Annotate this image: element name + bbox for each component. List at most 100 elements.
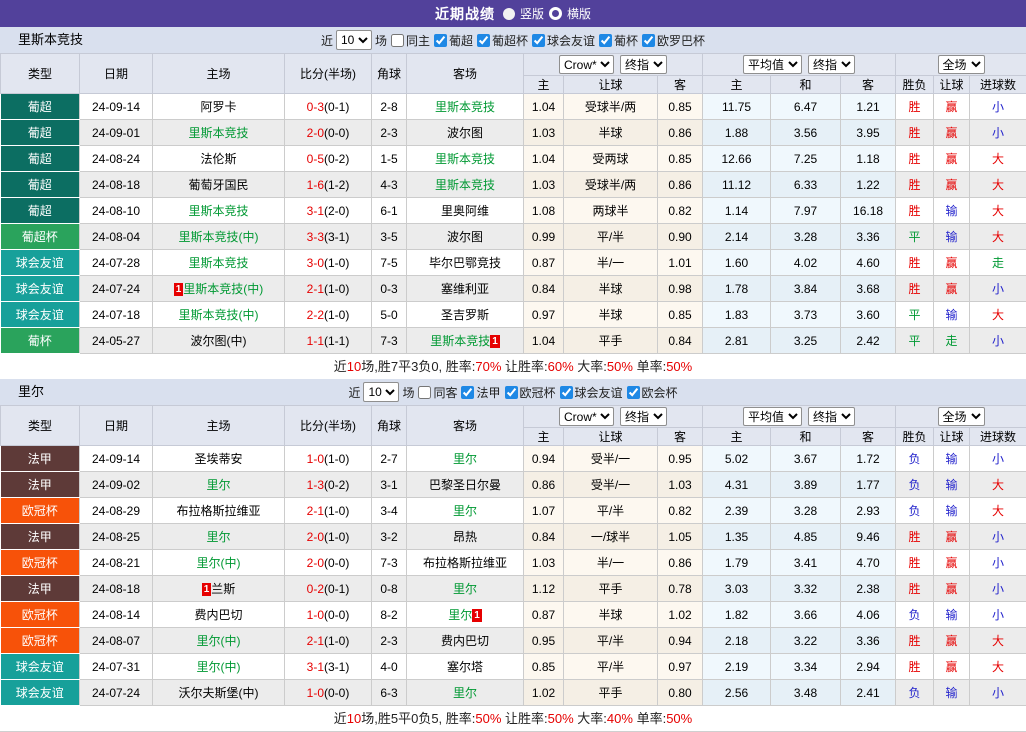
match-row: 葡超24-09-14阿罗卡0-3(0-1)2-8里斯本竞技1.04受球半/两0.…: [1, 94, 1026, 120]
away-team-name: 里奥阿维: [441, 204, 489, 218]
away-team: 里尔: [407, 680, 524, 706]
header-dropdown-group: Crow* 终指: [524, 54, 703, 76]
match-date: 24-05-27: [80, 328, 153, 354]
match-row: 葡超24-08-10里斯本竞技3-1(2-0)6-1里奥阿维1.08两球半0.8…: [1, 198, 1026, 224]
score: 2-0(0-0): [285, 120, 372, 146]
league-filter-checkbox[interactable]: [461, 386, 474, 399]
result-handicap: 输: [934, 302, 970, 328]
final-index-select[interactable]: 终指: [620, 55, 667, 74]
avg-away-odds: 1.21: [841, 94, 896, 120]
match-scope-select[interactable]: 全场: [938, 407, 985, 426]
final-index-select[interactable]: 终指: [808, 55, 855, 74]
avg-home-odds: 11.75: [703, 94, 771, 120]
halftime-score: (0-1): [324, 582, 349, 596]
corner-count: 7-3: [372, 550, 407, 576]
match-row: 欧冠杯24-08-21里尔(中)2-0(0-0)7-3布拉格斯拉维亚1.03半/…: [1, 550, 1026, 576]
halftime-score: (1-2): [324, 178, 349, 192]
away-team-name: 里尔: [453, 686, 477, 700]
away-team: 里斯本竞技: [407, 94, 524, 120]
league-filter-checkbox[interactable]: [477, 34, 490, 47]
summary-segment: 大率:: [574, 359, 607, 374]
avg-home-odds: 2.14: [703, 224, 771, 250]
radio-unselected-icon[interactable]: [549, 7, 562, 20]
league-filter-checkbox[interactable]: [532, 34, 545, 47]
home-odds: 0.86: [524, 472, 564, 498]
recent-count-select[interactable]: 10: [363, 382, 399, 402]
result-handicap: 输: [934, 446, 970, 472]
same-venue-filter-checkbox[interactable]: [391, 34, 404, 47]
away-team-name: 里斯本竞技: [435, 152, 495, 166]
result-winloss: 胜: [896, 550, 934, 576]
home-team-name: 里斯本竞技: [188, 126, 248, 140]
avg-home-odds: 4.31: [703, 472, 771, 498]
league-filter-checkbox[interactable]: [505, 386, 518, 399]
result-winloss: 负: [896, 680, 934, 706]
recent-count-select[interactable]: 10: [336, 30, 372, 50]
avg-home-odds: 1.60: [703, 250, 771, 276]
bookmaker-select[interactable]: Crow*: [559, 407, 614, 426]
halftime-score: (2-0): [324, 204, 349, 218]
filter-controls: 近10场同客法甲欧冠杯球会友谊欧会杯: [0, 379, 1026, 405]
average-select[interactable]: 平均值: [743, 55, 802, 74]
recent-results-page: 近期战绩 竖版 横版 里斯本竞技近10场同主葡超葡超杯球会友谊葡杯欧罗巴杯类型日…: [0, 0, 1026, 732]
layout-horizontal-label[interactable]: 横版: [567, 5, 591, 22]
league-filter-checkbox[interactable]: [560, 386, 573, 399]
home-odds: 0.87: [524, 250, 564, 276]
home-team-name: 圣埃蒂安: [194, 452, 242, 466]
league-filter[interactable]: 葡超: [433, 32, 473, 49]
handicap: 平/半: [564, 654, 658, 680]
league-filter-checkbox[interactable]: [642, 34, 655, 47]
avg-home-odds: 1.78: [703, 276, 771, 302]
handicap: 两球半: [564, 198, 658, 224]
match-row: 法甲24-09-02里尔1-3(0-2)3-1巴黎圣日尔曼0.86受半/一1.0…: [1, 472, 1026, 498]
same-venue-filter[interactable]: 同客: [417, 384, 457, 401]
sections-host: 里斯本竞技近10场同主葡超葡超杯球会友谊葡杯欧罗巴杯类型日期主场比分(半场)角球…: [0, 27, 1026, 731]
final-index-select[interactable]: 终指: [808, 407, 855, 426]
league-filter[interactable]: 欧冠杯: [504, 384, 556, 401]
same-venue-filter-checkbox[interactable]: [418, 386, 431, 399]
away-team: 巴黎圣日尔曼: [407, 472, 524, 498]
bookmaker-select[interactable]: Crow*: [559, 55, 614, 74]
league-filter[interactable]: 欧罗巴杯: [641, 32, 705, 49]
sub-column-header: 主: [703, 76, 771, 94]
home-odds: 1.02: [524, 680, 564, 706]
home-team: 里斯本竞技: [153, 198, 285, 224]
league-filter[interactable]: 葡杯: [598, 32, 638, 49]
handicap: 受两球: [564, 146, 658, 172]
away-team-name: 波尔图: [447, 230, 483, 244]
league-filter[interactable]: 葡超杯: [476, 32, 528, 49]
league-filter[interactable]: 球会友谊: [559, 384, 623, 401]
avg-away-odds: 1.77: [841, 472, 896, 498]
column-header: 角球: [372, 406, 407, 446]
league-filter[interactable]: 法甲: [460, 384, 500, 401]
result-winloss: 负: [896, 602, 934, 628]
result-handicap: 赢: [934, 576, 970, 602]
league-filter-checkbox[interactable]: [627, 386, 640, 399]
league-filter-label: 法甲: [476, 384, 500, 401]
section-summary: 近10场,胜7平3负0, 胜率:70% 让胜率:60% 大率:50% 单率:50…: [0, 354, 1026, 379]
final-index-select[interactable]: 终指: [620, 407, 667, 426]
result-goals: 小: [970, 680, 1026, 706]
handicap: 平手: [564, 680, 658, 706]
away-team: 波尔图: [407, 120, 524, 146]
radio-selected-icon[interactable]: [503, 8, 515, 20]
away-team: 圣吉罗斯: [407, 302, 524, 328]
league-filter[interactable]: 欧会杯: [626, 384, 678, 401]
league-filter-checkbox[interactable]: [599, 34, 612, 47]
league-filter-checkbox[interactable]: [434, 34, 447, 47]
layout-vertical-label[interactable]: 竖版: [520, 5, 544, 22]
home-team: 1兰斯: [153, 576, 285, 602]
same-venue-filter[interactable]: 同主: [390, 32, 430, 49]
match-scope-select[interactable]: 全场: [938, 55, 985, 74]
handicap: 半/一: [564, 550, 658, 576]
avg-draw-odds: 3.56: [771, 120, 841, 146]
away-team-name: 波尔图: [447, 126, 483, 140]
fulltime-score: 0-5: [307, 152, 324, 166]
fulltime-score: 2-1: [307, 282, 324, 296]
average-select[interactable]: 平均值: [743, 407, 802, 426]
score: 3-1(2-0): [285, 198, 372, 224]
match-date: 24-08-18: [80, 576, 153, 602]
match-row: 葡超24-09-01里斯本竞技2-0(0-0)2-3波尔图1.03半球0.861…: [1, 120, 1026, 146]
home-odds: 1.04: [524, 146, 564, 172]
league-filter[interactable]: 球会友谊: [531, 32, 595, 49]
